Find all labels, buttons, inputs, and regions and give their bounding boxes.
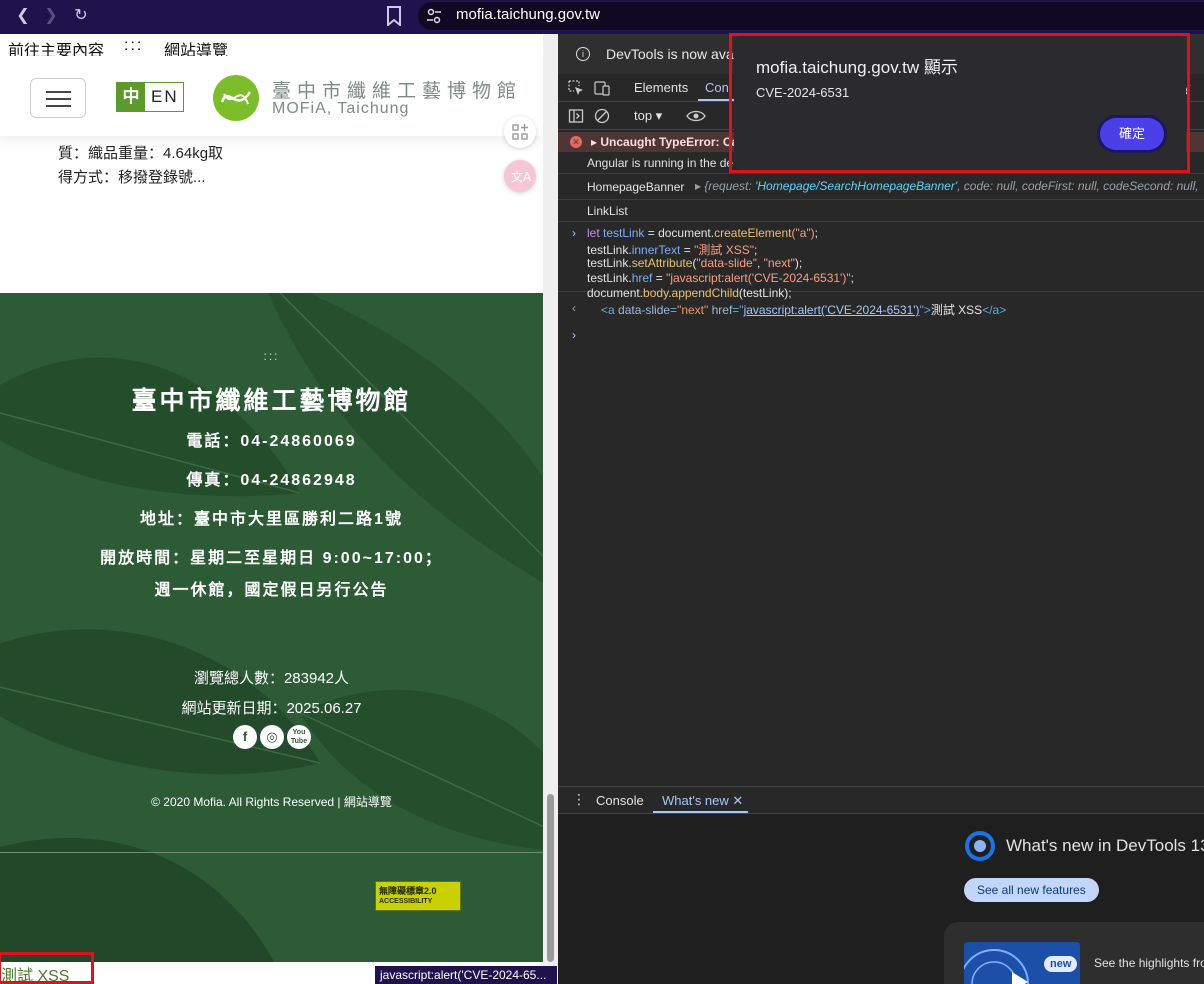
highlight-box <box>729 33 1190 173</box>
log-text: Angular is running in the de <box>587 156 734 170</box>
kebab-menu-icon[interactable]: ⋮ <box>572 791 586 808</box>
new-badge: new <box>1044 956 1078 972</box>
reload-icon[interactable]: ↻ <box>70 5 92 27</box>
menu-line <box>46 105 71 107</box>
footer-hours: 開放時間：星期二至星期日 9:00~17:00； <box>100 550 443 567</box>
website-viewport: 前往主要內容 ::: 網站導覽 中 EN 臺中市纖維工藝博物館 MOFiA, T… <box>0 34 543 984</box>
logo-title-zh[interactable]: 臺中市纖維工藝博物館 <box>272 76 522 103</box>
highlights-text: See the highlights fro <box>1094 956 1204 970</box>
footer-phone: 電話：04-24860069 <box>186 433 357 450</box>
skip-links-bar: 前往主要內容 ::: 網站導覽 <box>0 34 543 60</box>
code-line: testLink.setAttribute("data-slide", "nex… <box>587 256 803 270</box>
collection-desc-line: 得方式：移撥登錄號... <box>58 169 206 186</box>
whats-new-panel: What's new in DevTools 13 See all new fe… <box>558 814 1204 984</box>
drawer-tab-whats-new[interactable]: What's new ✕ <box>662 793 743 809</box>
log-label: HomepageBanner <box>587 180 685 194</box>
footer-closed-notice: 週一休館，國定假日另行公告 <box>154 582 389 599</box>
whats-new-title: What's new in DevTools 13 <box>1006 836 1204 855</box>
accesskey-dots[interactable]: ::: <box>124 37 143 55</box>
drawer-tab-console[interactable]: Console <box>596 793 644 808</box>
lang-zh-button[interactable]: 中 <box>117 83 145 111</box>
instagram-icon[interactable]: ◎ <box>260 725 284 749</box>
grid-add-icon[interactable] <box>504 116 536 148</box>
footer-sitemap-link[interactable]: 網站導覽 <box>344 795 392 809</box>
chrome-devtools-icon <box>965 831 995 861</box>
language-switch: 中 EN <box>116 82 184 112</box>
footer-copyright: © 2020 Mofia. All Rights Reserved | 網站導覽 <box>0 793 543 810</box>
footer-update-date: 網站更新日期：2025.06.27 <box>181 700 362 717</box>
accessibility-badge[interactable]: 無障礙標章2.0 ACCESSIBILITY <box>375 881 461 911</box>
menu-line <box>46 91 71 93</box>
result-href-link[interactable]: javascript:alert('CVE-2024-6531') <box>744 303 920 317</box>
back-arrow-icon[interactable]: ❮ <box>12 5 34 27</box>
scrollbar-thumb[interactable] <box>547 794 554 962</box>
active-tab-indicator <box>653 811 748 813</box>
log-object-preview[interactable]: ▸ {request: 'Homepage/SearchHomepageBann… <box>695 179 1199 193</box>
inspect-element-icon[interactable] <box>568 80 584 96</box>
copyright-text: © 2020 Mofia. All Rights Reserved | <box>151 795 344 809</box>
bookmark-icon[interactable] <box>386 6 402 26</box>
url-text[interactable]: mofia.taichung.gov.tw <box>456 6 600 23</box>
site-header: 中 EN 臺中市纖維工藝博物館 MOFiA, Taichung <box>0 56 543 136</box>
console-result-row: ‹ <a data-slide="next" href="javascript:… <box>558 298 1204 322</box>
browser-toolbar: ❮ ❯ ↻ mofia.taichung.gov.tw <box>0 0 1204 34</box>
console-log-row: LinkList <box>558 200 1204 222</box>
obj-fields: , code: null, codeFirst: null, codeSecon… <box>957 179 1199 193</box>
tune-icon[interactable] <box>426 8 442 24</box>
translate-icon[interactable]: 文A <box>504 160 536 192</box>
badge-subtitle: ACCESSIBILITY <box>379 898 433 905</box>
museum-logo-icon[interactable] <box>212 74 260 122</box>
info-icon: i <box>576 47 590 61</box>
result-arrow-icon: ‹ <box>572 301 576 315</box>
obj-request-value: 'Homepage/SearchHomepageBanner' <box>755 179 958 193</box>
forward-arrow-icon[interactable]: ❯ <box>40 5 62 27</box>
highlight-box <box>0 952 94 984</box>
error-icon: ✕ <box>570 136 582 148</box>
youtube-icon[interactable]: You Tube <box>287 725 311 749</box>
tab-console[interactable]: Con <box>705 80 729 95</box>
link-status-tooltip: javascript:alert('CVE-2024-65... <box>375 966 557 984</box>
facebook-icon[interactable]: f <box>233 725 257 749</box>
devtools-panel: i DevTools is now ava Elements Con y top… <box>558 34 1204 984</box>
footer-address: 地址：臺中市大里區勝利二路1號 <box>140 511 403 528</box>
highlights-thumbnail: new <box>964 942 1080 984</box>
code-line: let testLink = document.createElement("a… <box>587 226 819 240</box>
badge-title: 無障礙標章2.0 <box>379 886 437 896</box>
eye-icon[interactable] <box>686 108 706 124</box>
see-all-features-button[interactable]: See all new features <box>964 878 1099 902</box>
collection-desc-line: 質：織品重量：4.64kg取 <box>58 145 224 162</box>
menu-line <box>46 98 71 100</box>
result-element-preview[interactable]: <a data-slide="next" href="javascript:al… <box>601 301 1006 318</box>
input-prompt-icon: › <box>572 226 576 240</box>
lang-en-button[interactable]: EN <box>151 83 179 111</box>
highlights-card[interactable]: new See the highlights fro <box>944 922 1204 984</box>
code-line: testLink.href = "javascript:alert('CVE-2… <box>587 271 854 285</box>
footer-visitor-count: 瀏覽總人數：283942人 <box>193 670 350 687</box>
obj-prefix: ▸ {request: <box>695 179 756 193</box>
drawer-tabbar: ⋮ Console What's new ✕ <box>558 786 1204 814</box>
sidebar-toggle-icon[interactable] <box>568 108 584 124</box>
footer-divider <box>0 852 543 853</box>
device-toolbar-icon[interactable] <box>594 80 610 96</box>
site-footer: ::: 臺中市纖維工藝博物館 電話：04-24860069 傳真：04-2486… <box>0 293 543 962</box>
page-scrollbar[interactable] <box>543 34 558 984</box>
console-output: ✕ ▸ Uncaught TypeError: Ca Angular is ru… <box>558 130 1204 786</box>
footer-accesskey[interactable]: ::: <box>0 349 543 363</box>
log-text: LinkList <box>587 204 628 218</box>
console-prompt-icon[interactable]: › <box>572 328 576 342</box>
tab-elements[interactable]: Elements <box>634 80 688 95</box>
svg-text:文A: 文A <box>511 169 532 184</box>
footer-museum-name: 臺中市纖維工藝博物館 <box>131 387 412 415</box>
social-links: f ◎ You Tube <box>233 725 313 751</box>
logo-title-en[interactable]: MOFiA, Taichung <box>272 100 409 118</box>
console-input-code: › let testLink = document.createElement(… <box>558 222 1204 300</box>
banner-text: DevTools is now ava <box>606 46 734 62</box>
context-selector[interactable]: top ▾ <box>634 108 662 124</box>
error-message[interactable]: ▸ Uncaught TypeError: Ca <box>591 135 738 149</box>
clear-console-icon[interactable] <box>594 108 610 124</box>
hamburger-menu-button[interactable] <box>30 78 86 118</box>
console-log-row: HomepageBanner ▸ {request: 'Homepage/Sea… <box>558 174 1204 200</box>
footer-fax: 傳真：04-24862948 <box>186 472 357 489</box>
